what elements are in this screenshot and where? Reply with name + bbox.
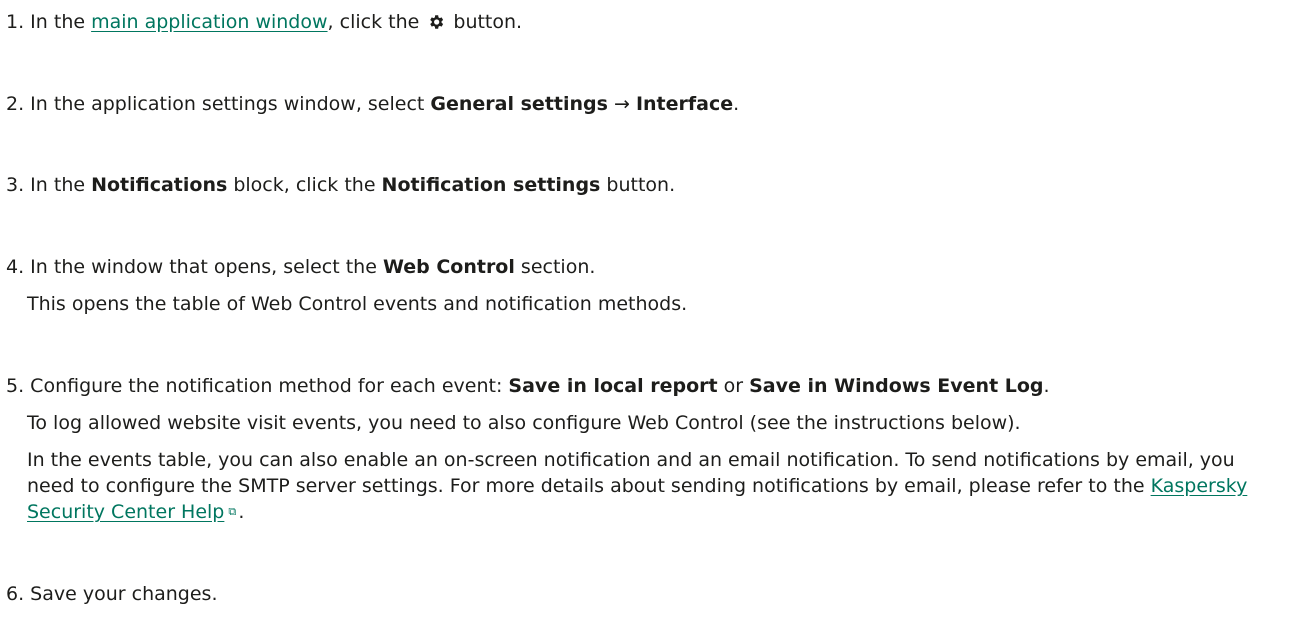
step-3: 3. In the Notifications block, click the… xyxy=(6,174,676,196)
notification-settings-label: Notification settings xyxy=(381,174,601,196)
step-text: In the xyxy=(24,11,92,33)
interface-label: Interface xyxy=(635,93,734,115)
main-application-window-link[interactable]: main application window xyxy=(91,11,327,33)
step-number: 3. xyxy=(6,174,25,196)
gear-icon xyxy=(430,15,444,29)
step-number: 4. xyxy=(6,256,25,278)
step-4-note: This opens the table of Web Control even… xyxy=(27,293,688,315)
external-link-icon: ⧉ xyxy=(228,505,237,518)
save-in-windows-event-log-label: Save in Windows Event Log xyxy=(749,375,1044,397)
general-settings-label: General settings xyxy=(430,93,608,115)
step-5: 5. Configure the notification method for… xyxy=(6,375,1050,397)
step-number: 6. xyxy=(6,583,25,605)
step-1: 1. In the main application window, click… xyxy=(6,11,523,33)
web-control-label: Web Control xyxy=(382,256,515,278)
step-4: 4. In the window that opens, select the … xyxy=(6,256,596,278)
step-6: 6. Save your changes. xyxy=(6,583,218,605)
step-2: 2. In the application settings window, s… xyxy=(6,93,740,115)
notifications-label: Notifications xyxy=(91,174,228,196)
step-number: 5. xyxy=(6,375,25,397)
step-5-note-1: To log allowed website visit events, you… xyxy=(27,412,1021,434)
step-number: 2. xyxy=(6,93,25,115)
step-5-note-2: In the events table, you can also enable… xyxy=(27,449,1248,523)
step-number: 1. xyxy=(6,11,25,33)
save-in-local-report-label: Save in local report xyxy=(508,375,718,397)
